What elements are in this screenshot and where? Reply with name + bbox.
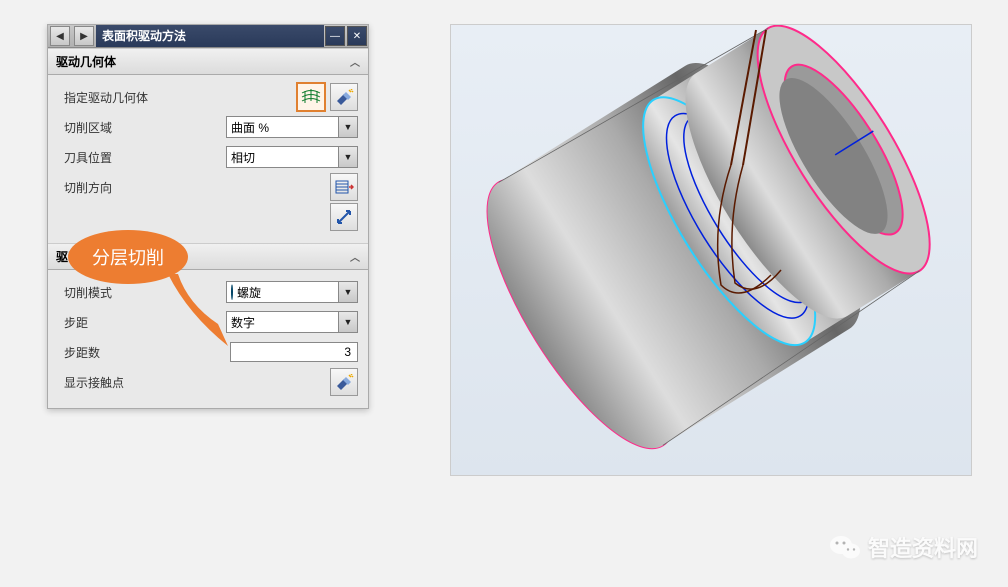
cut-region-label: 切削区域 [64, 119, 164, 136]
specify-geometry-label: 指定驱动几何体 [64, 89, 164, 106]
nav-prev-button[interactable]: ◀ [50, 26, 70, 46]
collapse-icon: ︿ [350, 249, 360, 264]
surface-mesh-icon[interactable] [296, 82, 326, 112]
cut-region-value: 曲面 % [227, 119, 338, 136]
dropdown-arrow-icon: ▼ [338, 147, 357, 167]
flashlight-icon[interactable] [330, 368, 358, 396]
tool-position-label: 刀具位置 [64, 149, 164, 166]
minimize-button[interactable]: — [325, 26, 345, 46]
3d-model-icon [451, 25, 971, 475]
close-button[interactable]: ✕ [347, 26, 367, 46]
flashlight-icon[interactable] [330, 83, 358, 111]
section-drive-geometry-header[interactable]: 驱动几何体 ︿ [48, 48, 368, 75]
nav-next-button[interactable]: ▶ [74, 26, 94, 46]
section-drive-geometry-body: 指定驱动几何体 切削区域 [48, 75, 368, 243]
section-drive-geometry-label: 驱动几何体 [56, 53, 116, 70]
dropdown-arrow-icon: ▼ [338, 282, 357, 302]
collapse-icon: ︿ [350, 54, 360, 69]
watermark-text: 智造资料网 [868, 531, 978, 563]
step-count-input[interactable]: 3 [230, 342, 358, 362]
dropdown-arrow-icon: ▼ [338, 312, 357, 332]
annotation-callout: 分层切削 [68, 230, 188, 284]
titlebar: ◀ ▶ 表面积驱动方法 — ✕ [48, 25, 368, 48]
tool-position-value: 相切 [227, 149, 338, 166]
watermark: 智造资料网 [830, 531, 978, 563]
dialog-title: 表面积驱动方法 [96, 25, 324, 47]
tool-position-dropdown[interactable]: 相切 ▼ [226, 146, 358, 168]
callout-tail-icon [168, 274, 248, 354]
3d-viewport[interactable] [450, 24, 972, 476]
contact-points-label: 显示接触点 [64, 374, 204, 391]
cut-mode-label: 切削模式 [64, 284, 164, 301]
cut-direction-label: 切削方向 [64, 179, 164, 196]
direction-icon[interactable] [330, 173, 358, 201]
step-label: 步距 [64, 314, 164, 331]
dropdown-arrow-icon: ▼ [338, 117, 357, 137]
wechat-icon [830, 534, 860, 560]
swap-direction-icon[interactable] [330, 203, 358, 231]
step-count-label: 步距数 [64, 344, 164, 361]
cut-region-dropdown[interactable]: 曲面 % ▼ [226, 116, 358, 138]
